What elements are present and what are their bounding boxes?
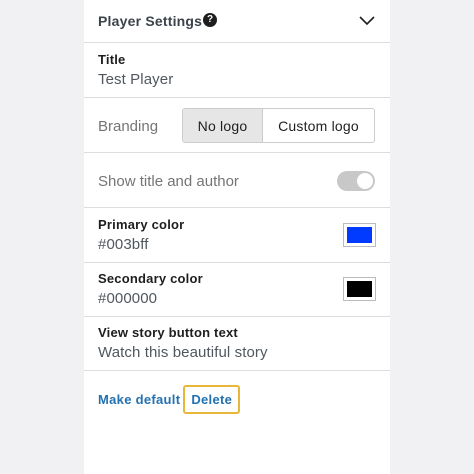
branding-toggle-group: No logo Custom logo (182, 108, 375, 143)
primary-color-swatch[interactable] (343, 223, 376, 247)
chevron-down-icon[interactable] (358, 14, 376, 26)
custom-logo-option[interactable]: Custom logo (263, 109, 374, 142)
primary-color-label: Primary color (98, 217, 185, 232)
settings-actions: Make default Delete (98, 384, 241, 414)
show-title-author-toggle[interactable] (337, 171, 375, 191)
primary-color-value[interactable]: #003bff (98, 236, 148, 253)
secondary-color-swatch-fill (347, 281, 372, 297)
secondary-color-label: Secondary color (98, 271, 203, 286)
show-title-author-label: Show title and author (98, 173, 239, 190)
primary-color-swatch-fill (347, 227, 372, 243)
delete-button[interactable]: Delete (183, 384, 241, 414)
secondary-color-swatch[interactable] (343, 277, 376, 301)
panel-title: Player Settings (98, 13, 203, 29)
toggle-knob (357, 173, 373, 189)
secondary-color-field: Secondary color #000000 (84, 263, 390, 317)
title-field[interactable]: Title Test Player (84, 43, 390, 98)
help-circle-icon[interactable]: ? (203, 13, 217, 27)
branding-field: Branding No logo Custom logo (84, 98, 390, 153)
branding-label: Branding (98, 118, 159, 135)
no-logo-option[interactable]: No logo (183, 109, 263, 142)
story-button-text-field[interactable]: View story button text Watch this beauti… (84, 317, 390, 371)
panel-header[interactable]: Player Settings ? (84, 0, 390, 43)
player-settings-panel: Player Settings ? Title Test Player Bran… (84, 0, 390, 474)
primary-color-field: Primary color #003bff (84, 208, 390, 263)
title-label: Title (98, 52, 126, 67)
make-default-button[interactable]: Make default (98, 392, 180, 407)
title-input[interactable]: Test Player (98, 71, 173, 88)
story-button-text-label: View story button text (98, 325, 238, 340)
story-button-text-input[interactable]: Watch this beautiful story (98, 344, 268, 361)
show-title-author-field: Show title and author (84, 153, 390, 208)
secondary-color-value[interactable]: #000000 (98, 290, 157, 307)
